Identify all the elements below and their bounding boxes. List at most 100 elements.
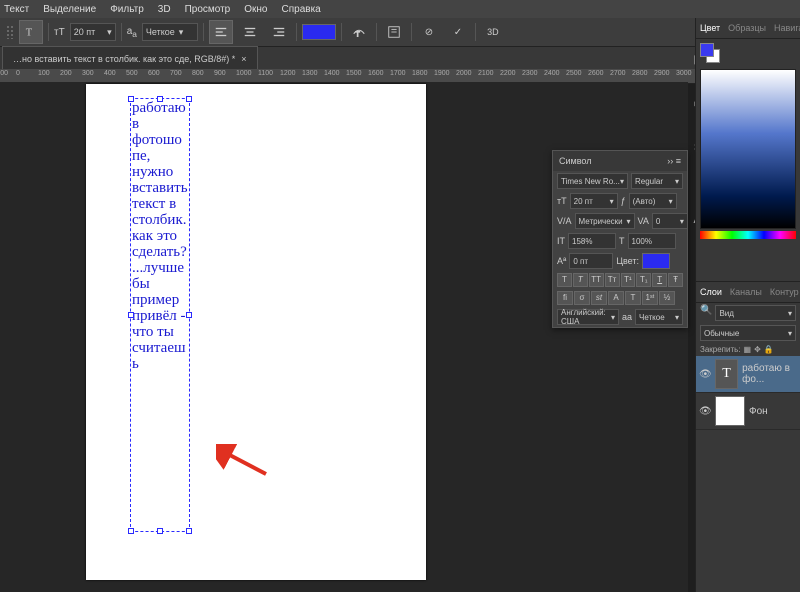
superscript-button[interactable]: T¹ [621, 273, 636, 287]
tab-color[interactable]: Цвет [700, 23, 720, 33]
ruler-mark: 1600 [368, 70, 384, 77]
lock-all-icon[interactable]: 🔒 [764, 345, 774, 354]
vertical-scale-field[interactable]: 158% [568, 233, 616, 249]
main-menu[interactable]: Текст Выделение Фильтр 3D Просмотр Окно … [0, 0, 800, 18]
baseline-icon: Aª [557, 256, 566, 266]
italic-button[interactable]: T [573, 273, 588, 287]
layer-row-text[interactable]: 👁 T работаю в фо... [696, 356, 800, 393]
foreground-color[interactable] [700, 43, 714, 57]
visibility-icon[interactable]: 👁 [699, 369, 711, 380]
kerning-field[interactable]: Метрически▾ [575, 213, 635, 229]
ordinal-button[interactable]: σ [574, 291, 590, 305]
ruler-mark: 2400 [544, 70, 560, 77]
subscript-button[interactable]: T₁ [636, 273, 651, 287]
halfwidth-button[interactable]: ½ [659, 291, 675, 305]
layer-thumb[interactable]: T [715, 359, 738, 389]
swash-button[interactable]: A [608, 291, 624, 305]
stylistic-button[interactable]: st [591, 291, 607, 305]
filter-icon[interactable]: 🔍 [700, 305, 712, 321]
menu-help[interactable]: Справка [282, 4, 321, 15]
font-style-dropdown[interactable]: Regular▾ [631, 173, 683, 189]
resize-handle[interactable] [128, 96, 134, 102]
separator [121, 23, 122, 41]
text-box[interactable]: работаю в фотошопе, нужно вставить текст… [130, 98, 190, 532]
text-orient-horizontal-icon[interactable]: T [19, 20, 43, 44]
layers-panel: Слои Каналы Контур 🔍 Вид▾ Обычные▾ Закре… [696, 281, 800, 432]
baseline-shift-field[interactable]: 0 пт [569, 253, 613, 269]
blend-mode-dropdown[interactable]: Обычные▾ [700, 325, 796, 341]
strike-button[interactable]: Ŧ [668, 273, 683, 287]
tracking-field[interactable]: 0▾ [652, 213, 688, 229]
ruler-mark: 1800 [412, 70, 428, 77]
aa-icon: aa [127, 26, 137, 39]
layer-name[interactable]: работаю в фо... [742, 363, 797, 385]
layer-filter-dropdown[interactable]: Вид▾ [715, 305, 796, 321]
char-color-swatch[interactable] [642, 253, 670, 269]
document-tab[interactable]: …но вставить текст в столбик. как это сд… [2, 46, 258, 69]
resize-handle[interactable] [186, 312, 192, 318]
menu-text[interactable]: Текст [4, 4, 29, 15]
align-left-icon[interactable] [209, 20, 233, 44]
grip-icon[interactable] [6, 25, 14, 39]
resize-handle[interactable] [128, 312, 134, 318]
resize-handle[interactable] [186, 528, 192, 534]
resize-handle[interactable] [186, 96, 192, 102]
separator [411, 23, 412, 41]
tab-paths[interactable]: Контур [770, 287, 799, 297]
ruler-mark: 2200 [500, 70, 516, 77]
bold-button[interactable]: T [557, 273, 572, 287]
ruler-mark: 1000 [236, 70, 252, 77]
character-panel[interactable]: Символ ›› ≡ Times New Ro...▾ Regular▾ тТ… [552, 150, 688, 328]
color-picker-field[interactable] [700, 69, 796, 229]
text-color-swatch[interactable] [302, 24, 336, 40]
menu-view[interactable]: Просмотр [185, 4, 231, 15]
font-size-input[interactable]: 20 пт▾ [70, 23, 116, 41]
antialias-dropdown[interactable]: Четкое▾ [142, 23, 198, 41]
commit-icon[interactable]: ✓ [446, 20, 470, 44]
layer-row-background[interactable]: 👁 Фон [696, 393, 800, 430]
layer-name[interactable]: Фон [749, 406, 768, 417]
leading-field[interactable]: (Авто)▾ [629, 193, 677, 209]
fg-bg-colors[interactable] [700, 43, 720, 63]
character-panel-icon[interactable] [382, 20, 406, 44]
warp-text-icon[interactable]: T [347, 20, 371, 44]
font-size-glyph: тТ [54, 27, 65, 38]
align-right-icon[interactable] [267, 20, 291, 44]
allcaps-button[interactable]: TT [589, 273, 604, 287]
align-center-icon[interactable] [238, 20, 262, 44]
cancel-icon[interactable]: ⊘ [417, 20, 441, 44]
menu-window[interactable]: Окно [244, 4, 267, 15]
layer-thumb[interactable] [715, 396, 745, 426]
tab-layers[interactable]: Слои [700, 287, 722, 297]
menu-select[interactable]: Выделение [43, 4, 96, 15]
3d-icon[interactable]: 3D [481, 20, 505, 44]
collapse-icon[interactable]: ›› ≡ [667, 156, 681, 166]
underline-button[interactable]: T [652, 273, 667, 287]
horizontal-scale-field[interactable]: 100% [628, 233, 676, 249]
close-tab-icon[interactable]: × [241, 54, 246, 64]
language-dropdown[interactable]: Английский: США▾ [557, 309, 619, 325]
char-aa-dropdown[interactable]: Четкое▾ [635, 309, 683, 325]
resize-handle[interactable] [157, 528, 163, 534]
fraction-button[interactable]: 1ˢᵗ [642, 291, 658, 305]
ruler-mark: 2600 [588, 70, 604, 77]
panel-header[interactable]: Символ ›› ≡ [553, 151, 687, 171]
font-size-field[interactable]: 20 пт▾ [570, 193, 618, 209]
lock-position-icon[interactable]: ✥ [754, 345, 761, 354]
tab-channels[interactable]: Каналы [730, 287, 762, 297]
tab-swatches[interactable]: Образцы [728, 23, 766, 33]
lock-pixels-icon[interactable]: ▦ [744, 345, 752, 354]
document-canvas[interactable]: работаю в фотошопе, нужно вставить текст… [86, 84, 426, 580]
resize-handle[interactable] [157, 96, 163, 102]
separator [475, 23, 476, 41]
menu-filter[interactable]: Фильтр [110, 4, 144, 15]
resize-handle[interactable] [128, 528, 134, 534]
smallcaps-button[interactable]: Tᴛ [605, 273, 620, 287]
fi-ligature-button[interactable]: fi [557, 291, 573, 305]
tab-navigator[interactable]: Навига [774, 23, 800, 33]
font-family-dropdown[interactable]: Times New Ro...▾ [557, 173, 628, 189]
menu-3d[interactable]: 3D [158, 4, 171, 15]
visibility-icon[interactable]: 👁 [699, 406, 711, 417]
hue-slider[interactable] [700, 231, 796, 239]
titling-button[interactable]: T [625, 291, 641, 305]
